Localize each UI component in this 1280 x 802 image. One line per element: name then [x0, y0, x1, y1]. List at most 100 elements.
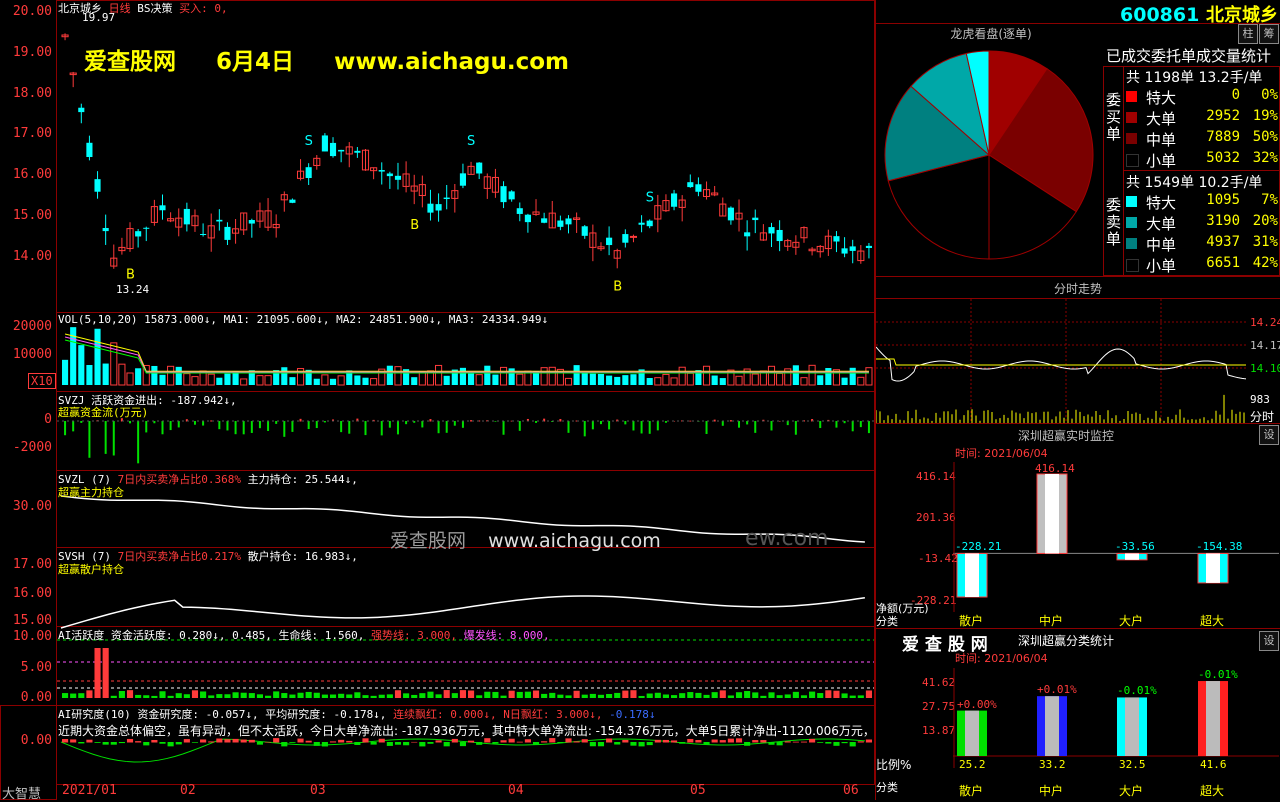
- ai-active-bar: [386, 694, 393, 698]
- svzj-bar: [599, 421, 602, 425]
- candle-body: [768, 227, 775, 234]
- volume-bar: [702, 365, 711, 386]
- candle-body: [744, 232, 751, 237]
- ai-research-bar: [110, 742, 117, 745]
- candle-body: [581, 226, 588, 236]
- kline-title-bs: BS决策: [137, 2, 173, 15]
- ai-research-bar: [695, 740, 702, 743]
- stat-pct: 0%: [1261, 87, 1278, 103]
- ai-active-bar: [865, 690, 872, 698]
- classify-ratio-label: 比例%: [876, 758, 912, 772]
- ai-research-bar: [143, 742, 150, 746]
- volume-bar: [207, 373, 215, 386]
- svsh-y-label-2: 15.00: [12, 613, 52, 628]
- monitor-settings-button[interactable]: 设: [1259, 425, 1279, 445]
- sell-signal-label: S: [467, 134, 475, 149]
- classify-bar-value: 33.2: [1039, 758, 1066, 771]
- classify-bar-change: +0.00%: [957, 697, 997, 711]
- ai-active-bar: [671, 695, 678, 698]
- svzj-bar: [396, 421, 399, 435]
- ai-active-bar: [654, 692, 661, 698]
- ai-research-bar: [532, 742, 540, 745]
- ai-active-bar: [719, 690, 726, 698]
- watermark-banner: 爱查股网 6月4日 www.aichagu.com: [84, 42, 569, 76]
- ai-active-bar: [687, 692, 694, 698]
- svzj-bar: [234, 421, 237, 435]
- ai-research-bar: [589, 742, 596, 747]
- classify-title: 深圳超赢分类统计: [1018, 634, 1115, 648]
- volume-bar: [776, 372, 784, 386]
- ai-research-bar: [760, 740, 767, 743]
- candle-body: [606, 237, 613, 246]
- svzj-bar: [380, 421, 383, 436]
- candle-body: [94, 179, 101, 192]
- ai-active-bar: [143, 695, 150, 698]
- volume-bar: [735, 375, 743, 386]
- ai-active-bar: [370, 695, 377, 698]
- ai-research-bar: [118, 742, 125, 744]
- buy-signal-label: B: [126, 267, 135, 282]
- svzj-bar: [470, 420, 473, 422]
- ai-active-bar: [857, 695, 864, 698]
- stat-swatch: [1126, 91, 1137, 102]
- ai-active-bar: [638, 695, 645, 698]
- svzj-bar: [754, 421, 757, 433]
- volume-bar: [597, 373, 605, 385]
- candle-body: [849, 246, 856, 251]
- svzj-bar: [421, 421, 424, 428]
- ai-active-bar: [70, 693, 77, 698]
- svzj-bar: [851, 421, 854, 432]
- svzj-bar: [88, 421, 91, 458]
- watermark-date: 6月4日: [216, 49, 295, 75]
- volume-bar: [118, 363, 126, 386]
- volume-ma-line: [64, 336, 869, 373]
- ai-research-bar: [102, 742, 109, 745]
- stat-count: 3190: [1206, 213, 1240, 229]
- svzj-bar: [518, 421, 521, 431]
- ai-active-bar: [614, 692, 621, 698]
- sell-side-label: 委卖单: [1106, 196, 1122, 248]
- classify-bar-highlight: [1045, 696, 1059, 756]
- volume-bar: [435, 364, 443, 386]
- candle-body: [776, 229, 783, 242]
- candle-body: [500, 186, 507, 203]
- candle-body: [565, 218, 572, 225]
- volume-ma-line: [64, 333, 869, 372]
- svzj-bar: [267, 421, 270, 431]
- ai-research-bar: [646, 742, 653, 746]
- intraday-price-1: 14.17: [1250, 339, 1280, 352]
- volume-bar: [475, 374, 483, 386]
- ai-research-bar: [468, 740, 475, 743]
- ai-research-bar: [614, 742, 621, 745]
- x-label-5: 06: [843, 783, 859, 798]
- ai-research-bar: [151, 739, 158, 743]
- column-button[interactable]: 柱: [1238, 24, 1258, 44]
- svzj-bar: [656, 421, 659, 431]
- volume-bar: [808, 364, 816, 386]
- candle-body: [638, 222, 645, 225]
- ai-active-bar: [646, 693, 653, 698]
- ai-research-bar: [541, 741, 548, 743]
- ai-active-bar: [289, 694, 296, 698]
- classify-time: 时间: 2021/06/04: [955, 652, 1048, 665]
- svzj-bar: [388, 421, 391, 428]
- svzj-bar: [567, 421, 570, 433]
- classify-settings-button[interactable]: 设: [1259, 631, 1279, 651]
- volume-bar: [240, 378, 248, 386]
- chip-button[interactable]: 筹: [1259, 24, 1279, 44]
- candle-body: [378, 170, 385, 172]
- volume-bar: [492, 374, 499, 385]
- ai-active-bar: [313, 692, 320, 698]
- ai-research-bar: [492, 742, 499, 744]
- ai-research-bar: [719, 740, 726, 743]
- monitor-bar-highlight: [1125, 553, 1139, 560]
- ai-research-bar: [313, 742, 320, 746]
- ai-active-bar: [62, 693, 69, 698]
- svzj-bar: [348, 421, 351, 434]
- monitor-bar-value: -154.38: [1196, 540, 1243, 554]
- svzj-bar: [502, 421, 505, 435]
- ai-active-bar: [183, 694, 190, 698]
- volume-bar: [386, 365, 393, 385]
- volume-bar: [817, 375, 824, 385]
- monitor-bar-value: 416.14: [1035, 462, 1075, 475]
